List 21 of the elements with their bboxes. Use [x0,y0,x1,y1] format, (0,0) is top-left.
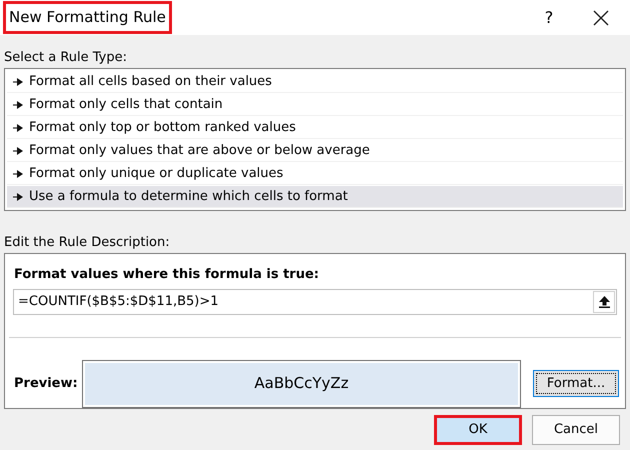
pointer-icon [13,78,23,86]
pointer-icon [13,192,23,200]
pointer-icon [13,146,23,154]
section-label: Edit the Rule Description: [4,234,171,252]
close-icon [593,10,609,26]
pointer-icon [13,124,23,132]
pointer-icon [13,100,23,108]
dialog-button[interactable]: OK [434,415,522,445]
section-label: Select a Rule Type: [4,49,128,67]
formula-label: Format values where this formula is true: [14,266,320,284]
rule-type-item[interactable]: Use a formula to determine which cells to format [7,186,623,208]
upload-arrow-icon [598,296,610,308]
preview-label: Preview: [14,374,79,393]
format-button[interactable]: Format... [533,370,619,397]
window-title: New Formatting Rule [3,1,172,34]
pointer-icon [13,170,23,178]
preview-sample: AaBbCcYyZz [85,362,518,404]
dialog-button[interactable]: Cancel [532,415,620,445]
collapse-button[interactable] [593,290,615,312]
help-button[interactable]: ? [534,2,564,32]
formula-field[interactable]: =COUNTIF($B$5:$D$11,B5)>1 [13,288,617,314]
